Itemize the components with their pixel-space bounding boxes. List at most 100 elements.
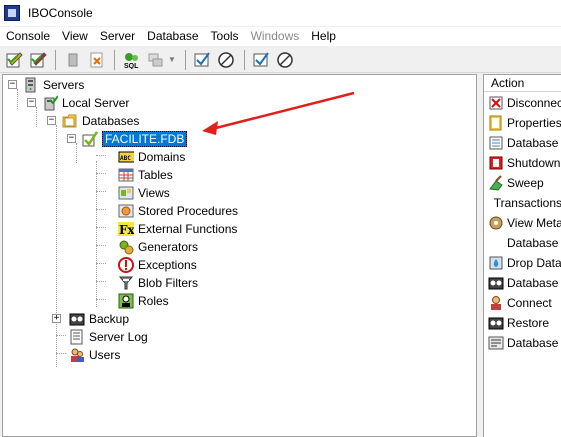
action-database-4[interactable]: Database (488, 333, 561, 353)
database-stats-icon (488, 335, 504, 351)
tree-node-local-server[interactable]: − Local Server (26, 94, 129, 112)
action-column-header[interactable]: Action (484, 75, 561, 92)
tree-node-tables[interactable]: Tables (118, 166, 173, 184)
action-label: Sweep (507, 176, 544, 190)
svg-text:SQL: SQL (124, 63, 139, 69)
delete-icon[interactable] (61, 49, 84, 71)
action-label: Shutdown (507, 156, 561, 170)
window-title: IBOConsole (28, 6, 93, 20)
action-connect[interactable]: Connect (488, 293, 561, 313)
tree-label: Roles (138, 294, 169, 308)
menu-database[interactable]: Database (141, 27, 204, 46)
action-label: Restore (507, 316, 550, 330)
database-icon (488, 135, 504, 151)
tree-label: Tables (138, 168, 173, 182)
action-label: Drop Database (507, 256, 561, 270)
tree-label: Stored Procedures (138, 204, 239, 218)
tree-connector (96, 299, 106, 300)
tree-node-views[interactable]: Views (118, 184, 170, 202)
sql-icon[interactable]: SQL (120, 49, 143, 71)
action-label: Database (507, 336, 559, 350)
disconnect-icon (488, 95, 504, 111)
tree-node-external-functions[interactable]: Fx External Functions (118, 220, 237, 238)
connect-user-icon (488, 295, 504, 311)
tree-node-roles[interactable]: Roles (118, 292, 169, 310)
tree-connector (96, 227, 106, 228)
action-database[interactable]: Database (488, 133, 561, 153)
expand-icon[interactable]: + (52, 314, 61, 323)
tree-node-generators[interactable]: Generators (118, 238, 198, 256)
tree-label: Local Server (62, 96, 130, 110)
tree-node-database[interactable]: − FACILITE.FDB (66, 130, 188, 148)
collapse-icon[interactable]: − (67, 134, 76, 143)
check-icon[interactable] (191, 49, 214, 71)
tree-label: Databases (82, 114, 140, 128)
menu-server[interactable]: Server (94, 27, 141, 46)
exceptions-icon (118, 257, 134, 273)
window-stack-icon[interactable] (144, 49, 167, 71)
action-sweep[interactable]: Sweep (488, 173, 561, 193)
action-drop-database[interactable]: Drop Database (488, 253, 561, 273)
tree-node-databases[interactable]: − Databases (46, 112, 139, 130)
action-database-2[interactable]: Database (488, 233, 561, 253)
tree-node-exceptions[interactable]: Exceptions (118, 256, 197, 274)
tree-connector (96, 281, 106, 282)
action-shutdown[interactable]: Shutdown (488, 153, 561, 173)
tree-label: Views (138, 186, 170, 200)
collapse-icon[interactable]: − (47, 116, 56, 125)
restore-icon (488, 315, 504, 331)
tree-connector (56, 353, 66, 354)
action-transactions[interactable]: Transactions (488, 193, 561, 213)
blank-icon (488, 195, 491, 211)
menu-tools[interactable]: Tools (205, 27, 245, 46)
tree-connector (96, 155, 106, 156)
check-icon[interactable] (250, 49, 273, 71)
toolbar: SQL ▼ (0, 47, 561, 73)
action-restore[interactable]: Restore (488, 313, 561, 333)
action-database-3[interactable]: Database (488, 273, 561, 293)
tree-node-domains[interactable]: ABC Domains (118, 148, 185, 166)
tree-panel[interactable]: − Servers − Local Server − Databases − F… (2, 74, 477, 437)
action-disconnect[interactable]: Disconnect (488, 93, 561, 113)
register-server-icon[interactable] (2, 49, 25, 71)
collapse-icon[interactable]: − (27, 98, 36, 107)
chevron-down-icon[interactable]: ▼ (168, 55, 176, 64)
view-metadata-icon (488, 215, 504, 231)
toolbar-separator (243, 49, 245, 70)
tree-connector (96, 245, 106, 246)
tree-node-stored-procedures[interactable]: Stored Procedures (118, 202, 238, 220)
generators-icon (118, 239, 134, 255)
tree-label: Generators (138, 240, 199, 254)
tree-connector (96, 161, 97, 307)
tree-node-server-log[interactable]: Server Log (69, 328, 148, 346)
action-panel: Action Disconnect Properties Database Sh… (483, 74, 561, 437)
menu-view[interactable]: View (56, 27, 94, 46)
toolbar-separator (184, 49, 186, 70)
action-properties[interactable]: Properties (488, 113, 561, 133)
tree-connector (96, 209, 106, 210)
connect-icon[interactable] (274, 49, 297, 71)
tables-icon (118, 167, 134, 183)
tree-node-backup[interactable]: + Backup (46, 310, 129, 328)
register-database-icon[interactable] (26, 49, 49, 71)
tree-label: Server Log (89, 330, 148, 344)
action-label: Properties (507, 116, 561, 130)
menu-windows[interactable]: Windows (245, 27, 306, 46)
action-view-metadata[interactable]: View Metadata (488, 213, 561, 233)
domains-icon: ABC (118, 149, 134, 165)
connect-icon[interactable] (215, 49, 238, 71)
action-label: Disconnect (507, 96, 561, 110)
app-icon (4, 5, 20, 21)
tree-node-servers[interactable]: − Servers (7, 76, 84, 94)
action-label: Database (507, 276, 559, 290)
tree-node-blob-filters[interactable]: Blob Filters (118, 274, 198, 292)
tree-node-users[interactable]: Users (69, 346, 120, 364)
shutdown-icon (488, 155, 504, 171)
toolbar-separator (114, 49, 115, 70)
unregister-icon[interactable] (85, 49, 108, 71)
menu-console[interactable]: Console (0, 27, 56, 46)
action-label: Transactions (493, 196, 561, 210)
collapse-icon[interactable]: − (8, 80, 17, 89)
menu-help[interactable]: Help (305, 27, 342, 46)
stored-procedures-icon (118, 203, 134, 219)
